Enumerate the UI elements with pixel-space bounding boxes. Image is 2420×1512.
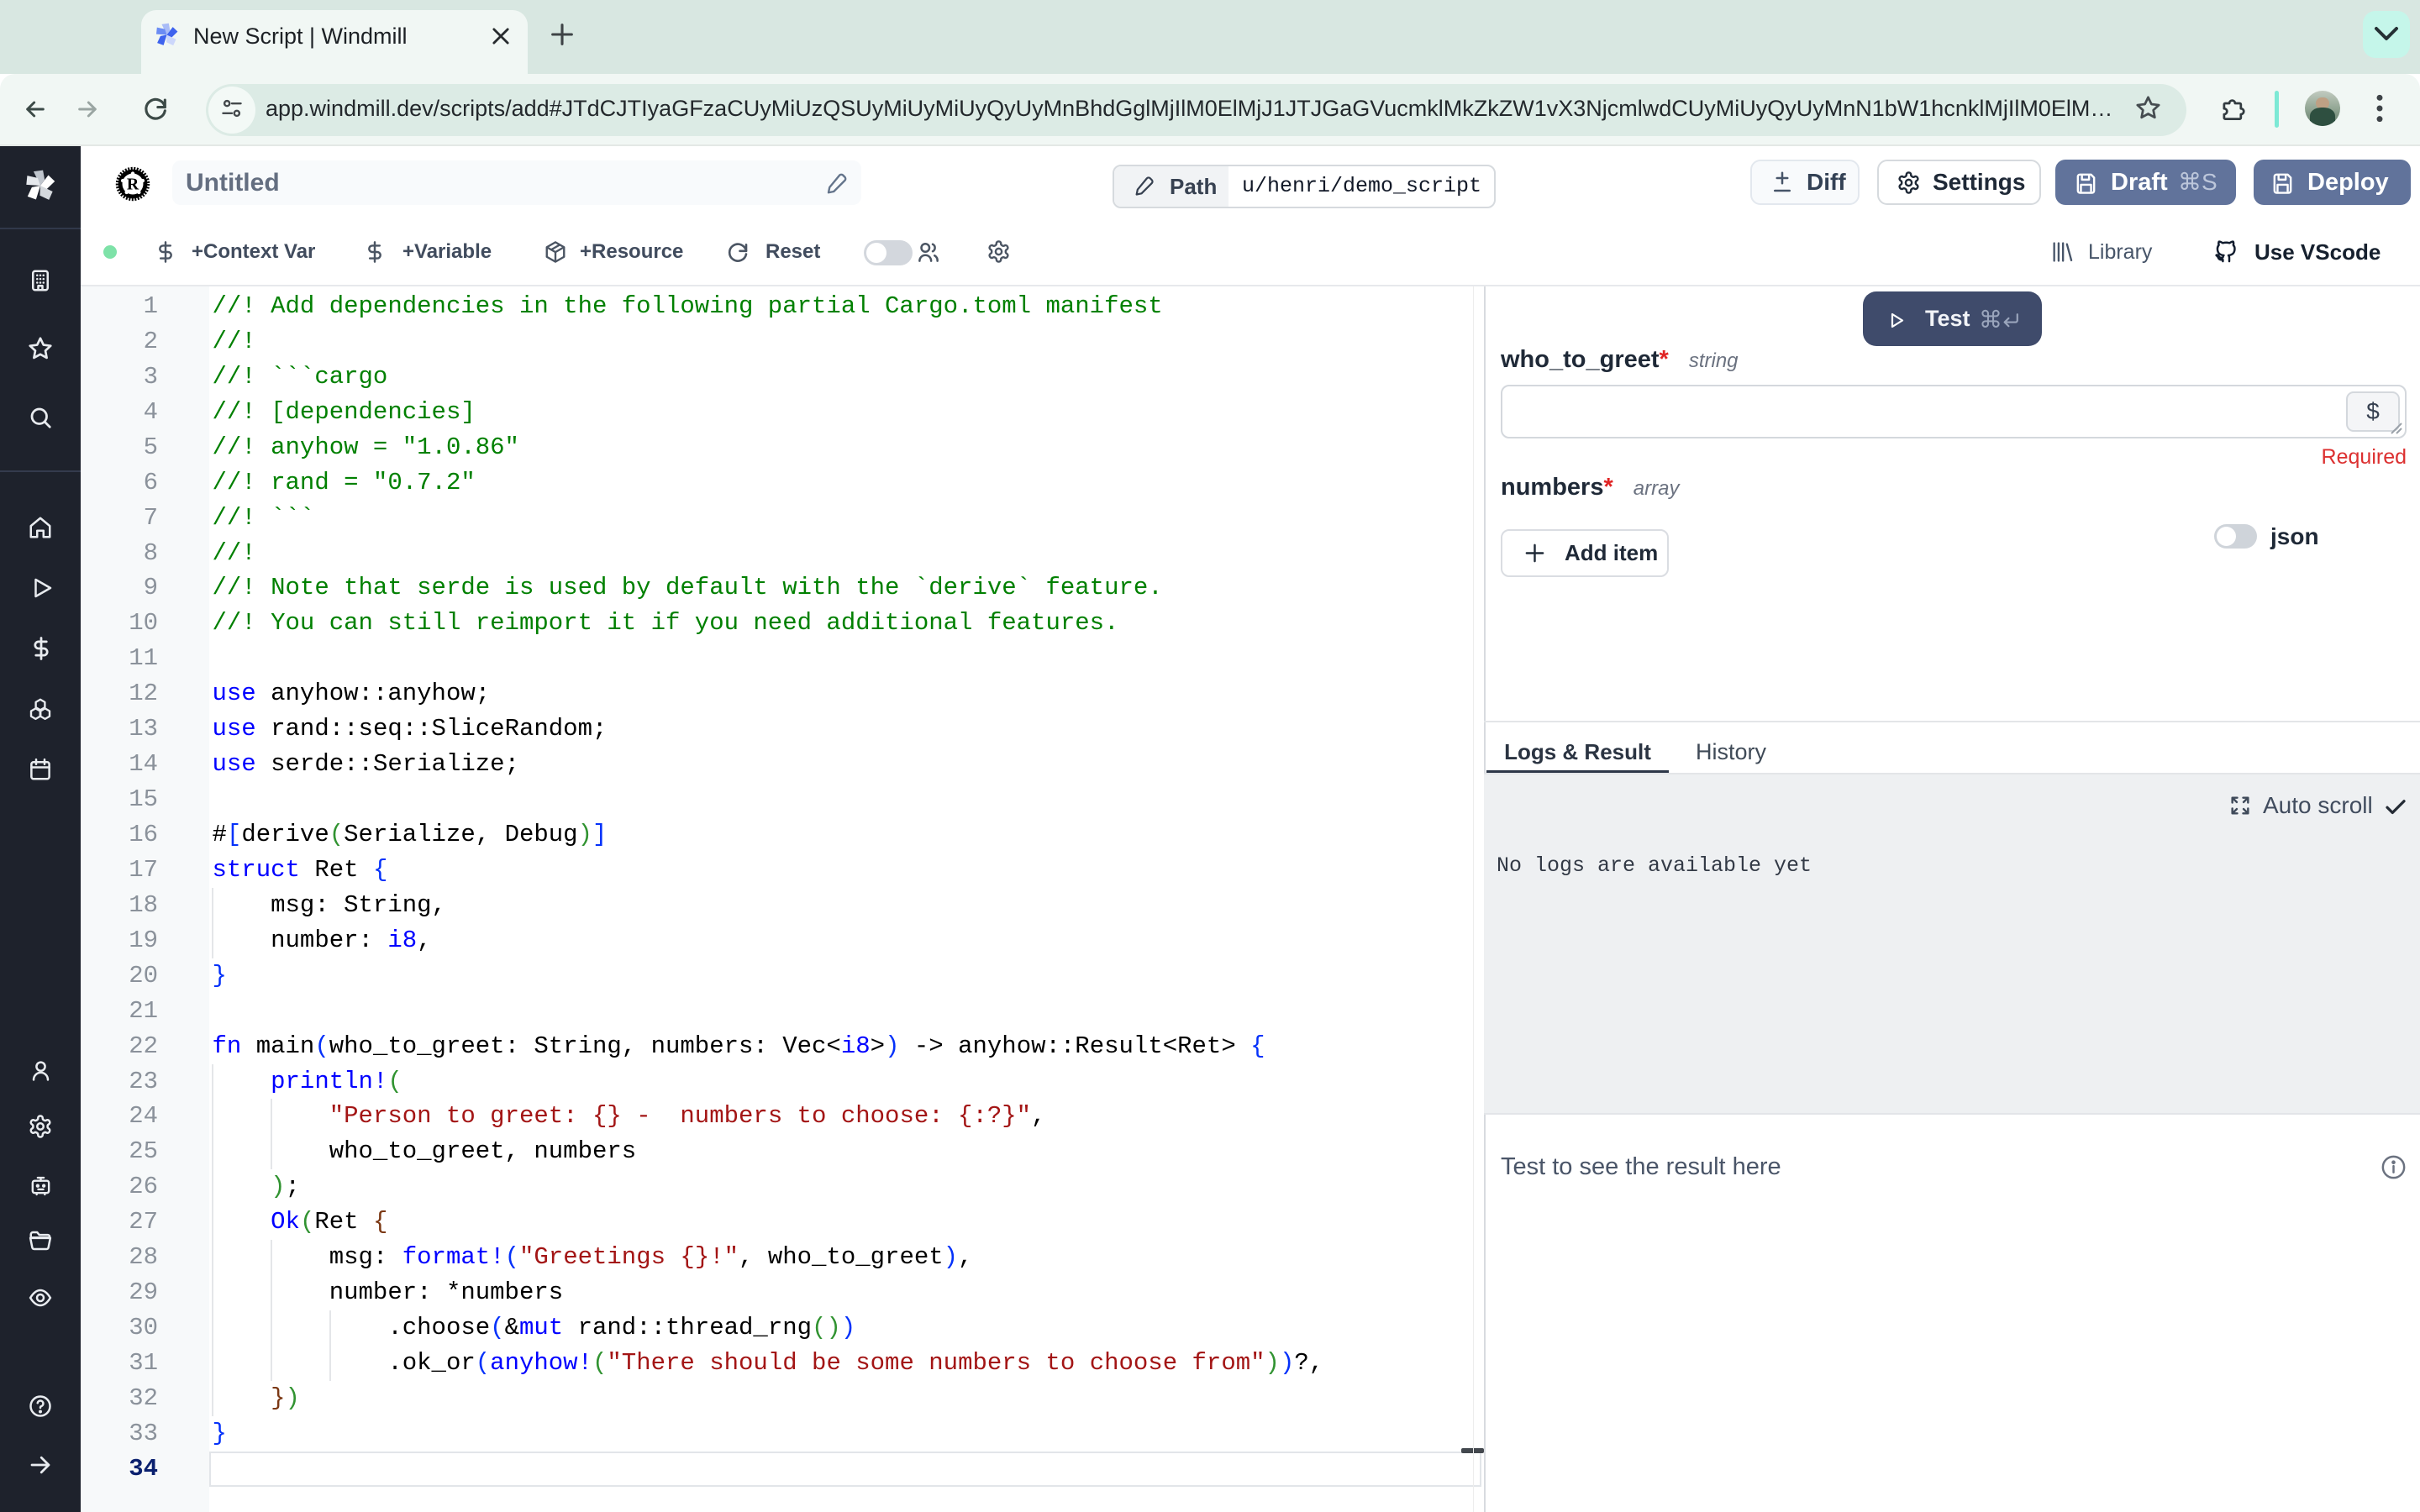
svg-text:R: R [127, 176, 139, 194]
